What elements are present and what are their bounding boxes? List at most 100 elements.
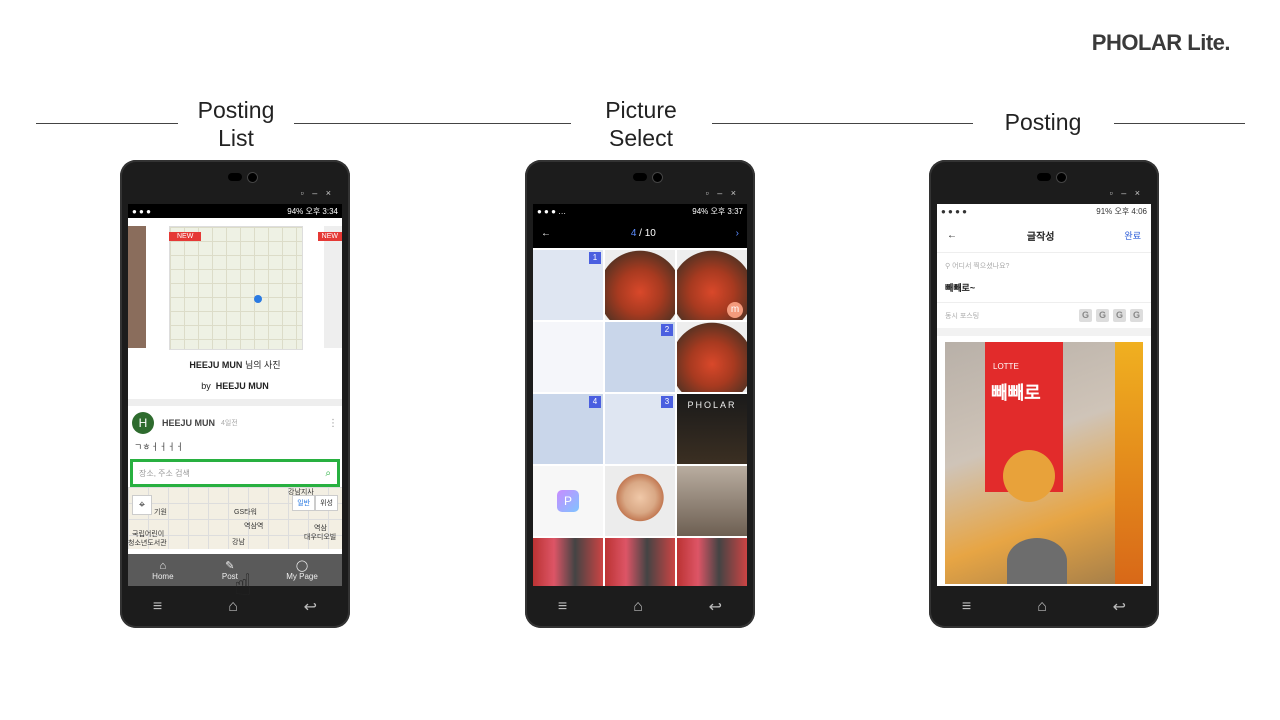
- arrow-left-icon[interactable]: ←: [947, 230, 957, 241]
- section-title-posting: Posting: [1004, 109, 1082, 135]
- app-icon: P: [557, 490, 579, 512]
- photo-cell[interactable]: [677, 466, 747, 536]
- avatar[interactable]: H: [132, 412, 154, 434]
- map-label: 강남지사: [288, 489, 314, 496]
- phone-camera: [247, 172, 258, 183]
- map-label: 대우디오빌: [304, 534, 337, 541]
- chevron-right-icon[interactable]: ›: [736, 228, 739, 239]
- map-view[interactable]: ⌖ 일반 위성 강남지사 기원 GS타워 역삼역 국립어린이 청소년도서관 강남…: [128, 487, 342, 549]
- photo-cell[interactable]: 1: [533, 250, 603, 320]
- menu-icon[interactable]: ≡: [962, 598, 971, 616]
- arrow-left-icon[interactable]: ←: [541, 228, 551, 239]
- page-title: 글작성: [1026, 231, 1055, 243]
- photo-cell[interactable]: [533, 538, 603, 586]
- status-bar: ● ● ● 94% 오후 3:34: [128, 204, 342, 218]
- divider-line: [1114, 123, 1245, 124]
- bear-figure: [1003, 450, 1055, 502]
- status-bar: ● ● ● … 94% 오후 3:37: [533, 204, 747, 218]
- place-search-input[interactable]: 장소, 주소 검색 ⌕: [130, 459, 340, 487]
- selected-photo[interactable]: LOTTE 빼빼로: [945, 342, 1143, 584]
- map-type-satellite[interactable]: 위성: [315, 495, 338, 511]
- photo-cell[interactable]: P: [533, 466, 603, 536]
- carousel-by: by HEEJU MUN: [201, 381, 269, 391]
- share-toggle-icon[interactable]: G: [1096, 309, 1109, 322]
- home-icon: ⌂: [159, 559, 167, 572]
- map-label: 기원: [154, 509, 167, 516]
- back-icon[interactable]: ↩: [1113, 597, 1126, 617]
- map-label: 역삼역: [244, 523, 264, 530]
- photo-cell[interactable]: [533, 322, 603, 392]
- android-nav-bar: ≡ ⌂ ↩: [525, 592, 755, 622]
- photo-cell[interactable]: [677, 322, 747, 392]
- share-row: 동시 포스팅 G G G G: [937, 303, 1151, 336]
- share-toggle-icon[interactable]: G: [1079, 309, 1092, 322]
- post-time: 4일전: [221, 420, 238, 427]
- post-header: H HEEJU MUN 4일전 ⋮: [128, 406, 342, 440]
- screen: ● ● ● 94% 오후 3:34 NEW NEW HEEJU MUN 님의 사진…: [128, 204, 342, 586]
- window-controls[interactable]: ▫ – ×: [1110, 188, 1143, 198]
- photo-cell[interactable]: [605, 250, 675, 320]
- map-pin-icon: [254, 295, 262, 303]
- back-icon[interactable]: ↩: [304, 597, 317, 617]
- new-badge: NEW: [317, 232, 342, 241]
- search-icon[interactable]: ⌕: [325, 468, 331, 479]
- android-nav-bar: ≡ ⌂ ↩: [929, 592, 1159, 622]
- photo-cell[interactable]: [677, 538, 747, 586]
- photo-cell[interactable]: 2: [605, 322, 675, 392]
- more-options-icon[interactable]: ⋮: [328, 418, 338, 429]
- can-lid: [1007, 538, 1067, 584]
- phone-speaker: [633, 173, 647, 181]
- back-icon[interactable]: ↩: [709, 597, 722, 617]
- photo-cell[interactable]: [605, 538, 675, 586]
- tab-my-page[interactable]: ◯ My Page: [286, 559, 318, 581]
- divider-line: [712, 123, 973, 124]
- phone-picture-select: ▫ – × ● ● ● … 94% 오후 3:37 ← 4 / 10 › 1 m …: [525, 160, 755, 628]
- photo-cell[interactable]: 3: [605, 394, 675, 464]
- phone-camera: [652, 172, 663, 183]
- tab-home[interactable]: ⌂ Home: [152, 560, 173, 581]
- window-controls[interactable]: ▫ – ×: [706, 188, 739, 198]
- photo-cell[interactable]: 4: [533, 394, 603, 464]
- phone-speaker: [1037, 173, 1051, 181]
- home-button-icon[interactable]: ⌂: [633, 598, 643, 616]
- selection-counter: 4 / 10: [630, 227, 656, 239]
- pointer-hand-icon: ☝: [234, 569, 253, 602]
- carousel-prev-thumb[interactable]: [128, 226, 146, 348]
- post-text: ㄱㅎㅓㅓㅓㅓ: [134, 442, 184, 452]
- home-button-icon[interactable]: ⌂: [1037, 598, 1047, 616]
- place-input[interactable]: ⚲ 어디서 찍으셨나요?: [937, 253, 1151, 275]
- status-bar: ● ● ● ● 91% 오후 4:06: [937, 204, 1151, 218]
- selection-badge: 1: [589, 252, 601, 264]
- selection-badge: 3: [661, 396, 673, 408]
- locate-icon[interactable]: ⌖: [132, 495, 152, 515]
- menu-icon[interactable]: ≡: [558, 598, 567, 616]
- screen: ● ● ● ● 91% 오후 4:06 ← 글작성 완료 ⚲ 어디서 찍으셨나요?…: [937, 204, 1151, 586]
- photo-cell[interactable]: PHOLAR: [677, 394, 747, 464]
- map-type-toggle[interactable]: 일반 위성: [292, 495, 338, 511]
- map-photo-thumb[interactable]: [169, 226, 303, 350]
- selection-badge: 4: [589, 396, 601, 408]
- map-label: 청소년도서관: [128, 540, 167, 547]
- window-controls[interactable]: ▫ – ×: [301, 188, 334, 198]
- map-label: GS타워: [234, 509, 257, 516]
- map-type-normal[interactable]: 일반: [292, 495, 316, 511]
- post-username[interactable]: HEEJU MUN: [162, 418, 215, 428]
- share-toggle-icon[interactable]: G: [1113, 309, 1126, 322]
- brand-logo: PHOLAR Lite.: [1091, 30, 1231, 55]
- carousel-next-thumb[interactable]: [324, 226, 342, 348]
- photo-cell[interactable]: m: [677, 250, 747, 320]
- share-toggle-icon[interactable]: G: [1130, 309, 1143, 322]
- post-text-input[interactable]: 빼빼로~: [937, 275, 1151, 303]
- carousel-caption: HEEJU MUN 님의 사진: [189, 360, 281, 370]
- compose-header: ← 글작성 완료: [937, 218, 1151, 253]
- photo-carousel[interactable]: NEW NEW: [128, 218, 342, 358]
- selection-badge: 2: [661, 324, 673, 336]
- photo-cell[interactable]: [605, 466, 675, 536]
- app-badge: m: [727, 302, 743, 318]
- phone-speaker: [228, 173, 242, 181]
- menu-icon[interactable]: ≡: [153, 598, 162, 616]
- phone-camera: [1056, 172, 1067, 183]
- done-button[interactable]: 완료: [1124, 229, 1141, 242]
- divider-line: [294, 123, 571, 124]
- section-title-picture-select: Picture Select: [605, 97, 677, 151]
